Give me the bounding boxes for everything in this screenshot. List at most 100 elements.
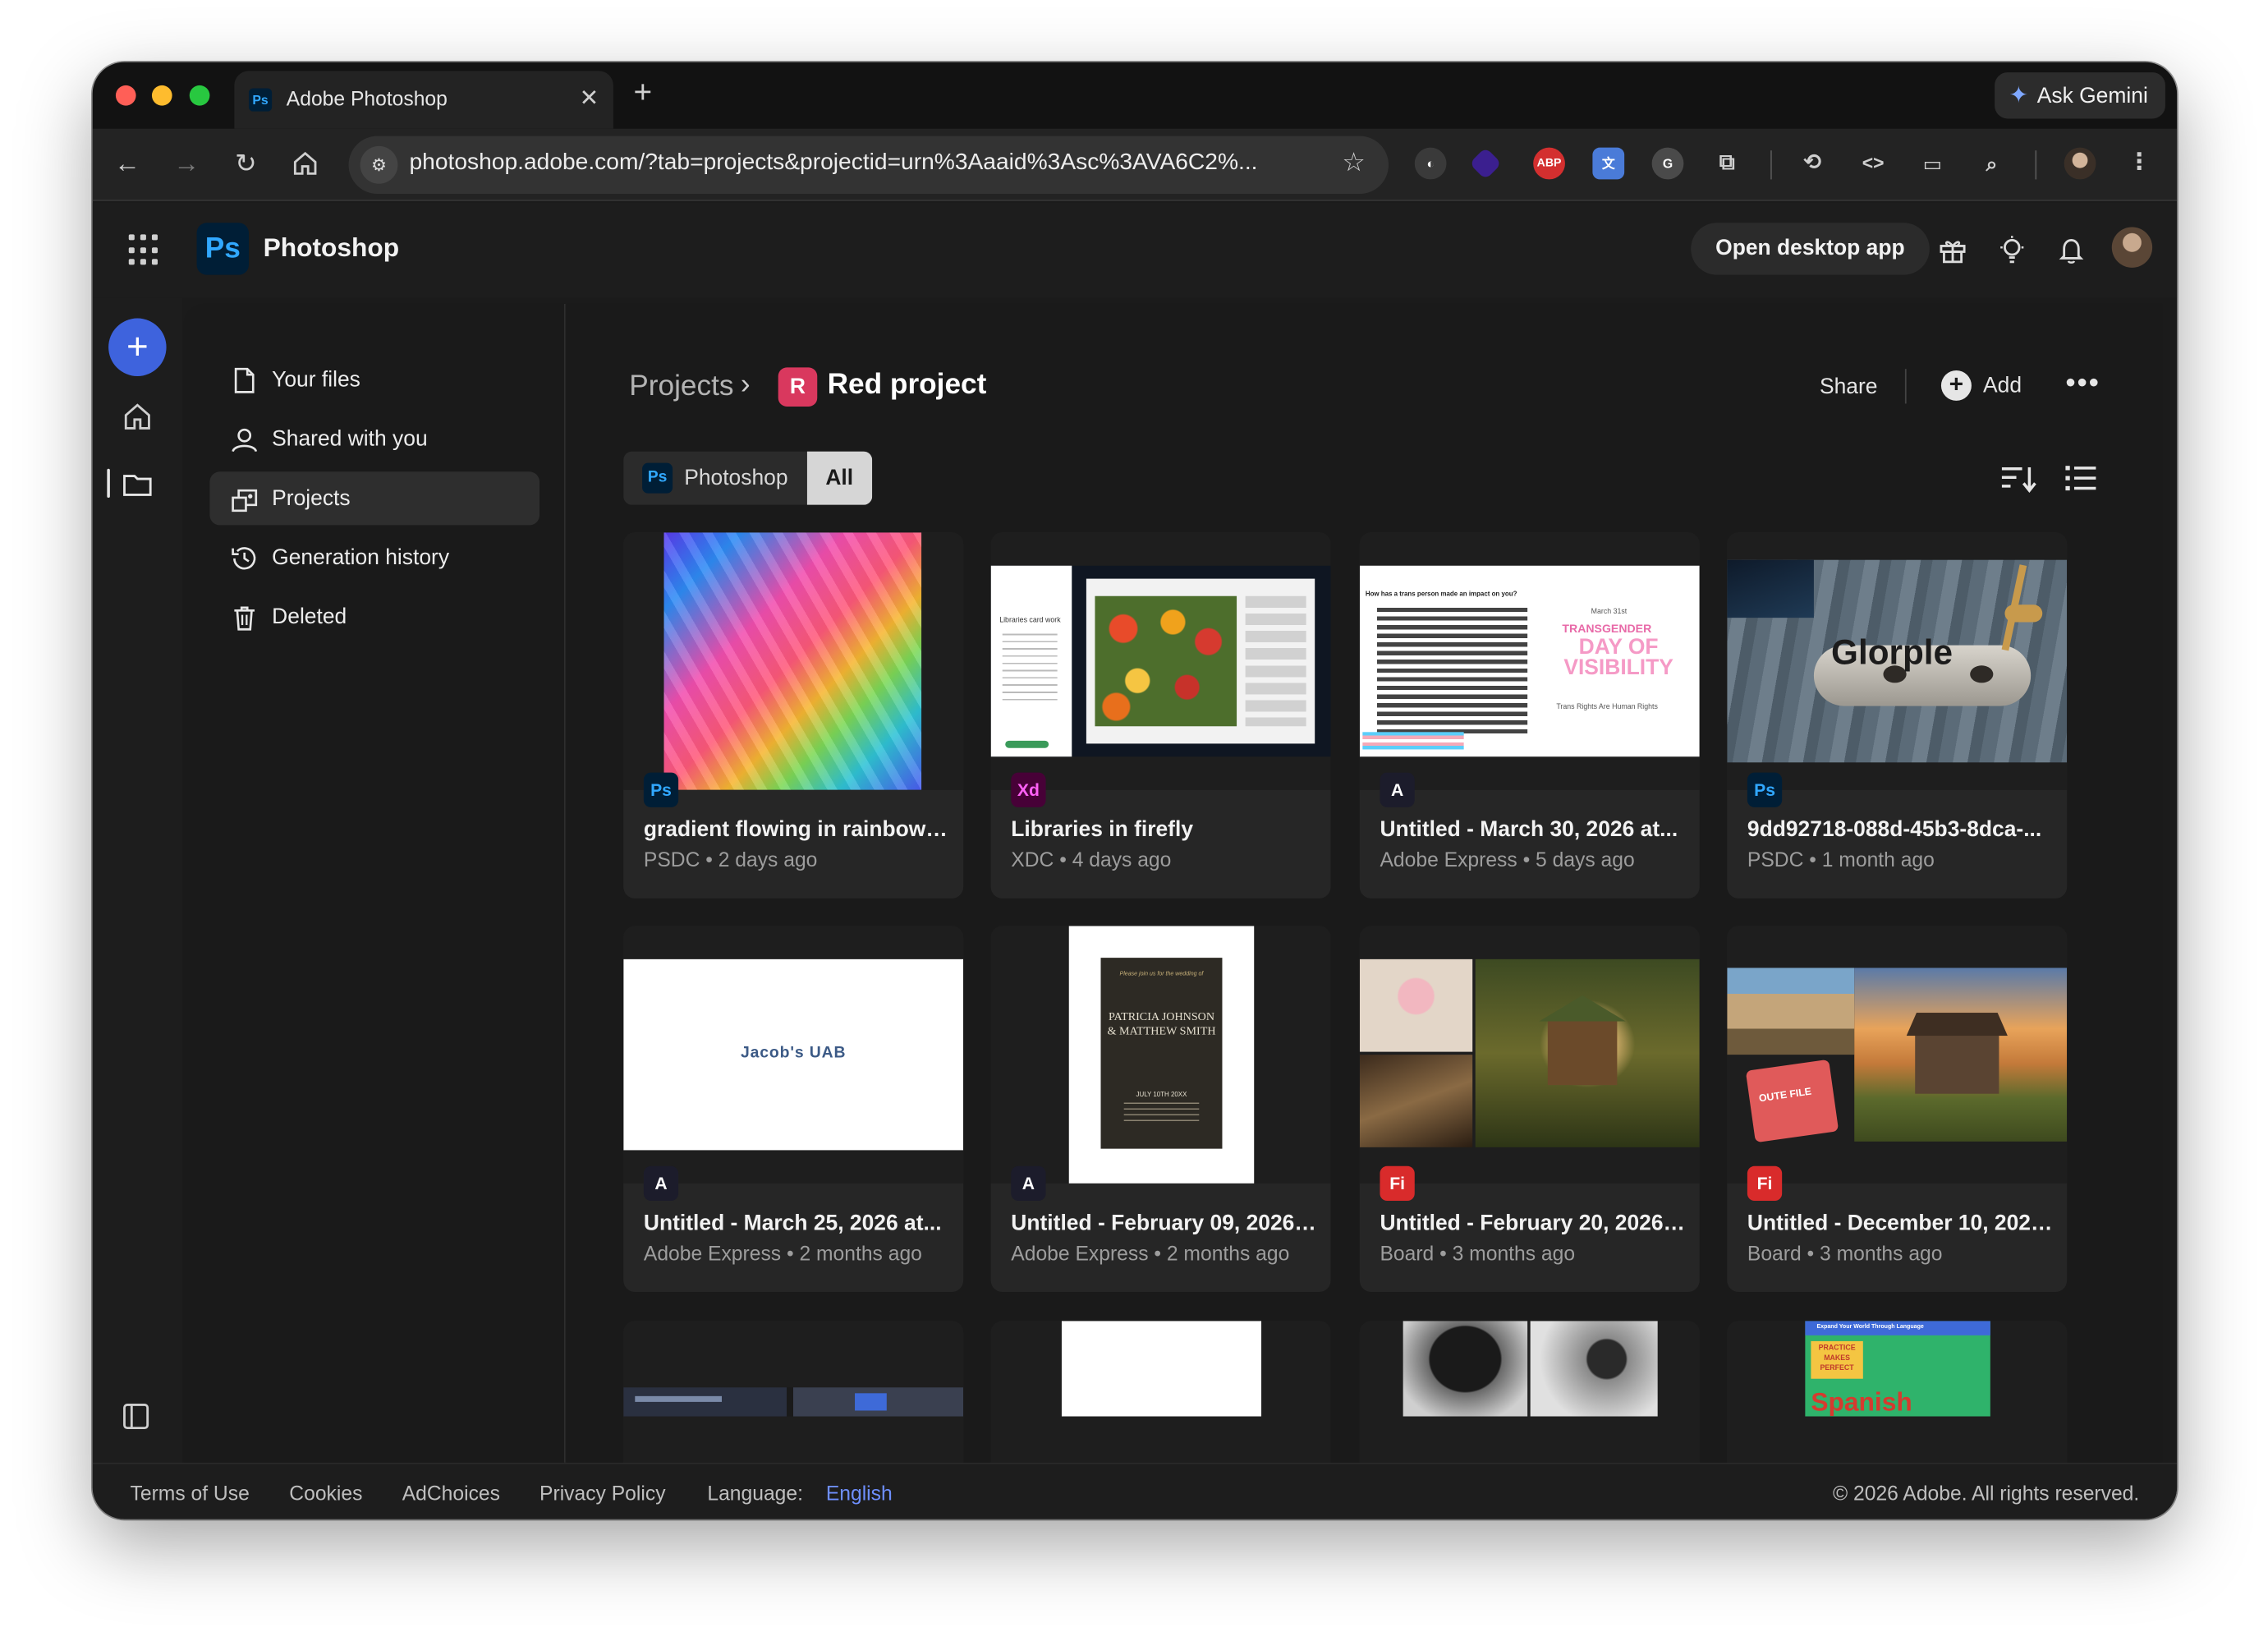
file-card[interactable]: OUTE FILE Fi Untitled - December 10, 202… bbox=[1727, 926, 2068, 1293]
back-button[interactable]: ← bbox=[108, 145, 146, 182]
sidebar-item-your-files[interactable]: Your files bbox=[209, 353, 539, 407]
file-thumbnail bbox=[623, 532, 964, 790]
sort-icon[interactable] bbox=[1999, 463, 2036, 495]
history-icon[interactable]: ⟲ bbox=[1797, 148, 1829, 180]
tab-strip: Ps Adobe Photoshop ✕ + ✦ Ask Gemini bbox=[92, 62, 2178, 129]
cookies-link[interactable]: Cookies bbox=[289, 1482, 362, 1505]
create-new-button[interactable]: + bbox=[108, 318, 167, 376]
close-window-button[interactable] bbox=[115, 85, 136, 106]
site-info-icon[interactable]: ⚙ bbox=[360, 145, 398, 184]
file-card-partial[interactable] bbox=[1359, 1321, 1700, 1463]
breadcrumb-projects-link[interactable]: Projects bbox=[629, 370, 733, 404]
active-indicator bbox=[107, 468, 110, 498]
forward-button[interactable]: → bbox=[168, 145, 205, 182]
file-name: Untitled - March 30, 2026 at... bbox=[1380, 817, 1678, 843]
file-card[interactable]: How has a trans person made an impact on… bbox=[1359, 532, 1700, 899]
files-folder-icon[interactable] bbox=[122, 469, 154, 501]
filter-photoshop[interactable]: Ps Photoshop bbox=[623, 451, 807, 505]
file-card-partial[interactable] bbox=[623, 1321, 964, 1463]
add-label: Add bbox=[1983, 373, 2022, 398]
extensions-puzzle-icon[interactable]: ⧉ bbox=[1711, 148, 1743, 180]
projects-icon bbox=[232, 488, 258, 512]
file-card-partial[interactable] bbox=[990, 1321, 1331, 1463]
reload-button[interactable]: ↻ bbox=[227, 145, 265, 182]
cast-device-icon[interactable]: ▭ bbox=[1917, 148, 1949, 180]
lastpass-icon[interactable]: ◐ bbox=[1414, 147, 1447, 180]
translate-icon[interactable]: 文 bbox=[1592, 147, 1625, 180]
file-card-partial[interactable]: Expand Your World Through Language PRACT… bbox=[1727, 1321, 2068, 1463]
filter-all[interactable]: All bbox=[806, 451, 873, 505]
user-avatar[interactable] bbox=[2111, 227, 2153, 268]
file-name: Untitled - February 09, 2026 at... bbox=[1011, 1211, 1318, 1236]
browser-tab[interactable]: Ps Adobe Photoshop ✕ bbox=[234, 71, 613, 129]
people-icon bbox=[232, 427, 258, 452]
bookmark-star-icon[interactable]: ☆ bbox=[1342, 148, 1365, 178]
sidebar-item-deleted[interactable]: Deleted bbox=[209, 591, 539, 644]
list-view-icon[interactable] bbox=[2064, 463, 2099, 495]
tab-search-icon[interactable]: ⌕ bbox=[1976, 148, 2008, 180]
adchoices-link[interactable]: AdChoices bbox=[402, 1482, 500, 1505]
file-thumbnail: Expand Your World Through Language PRACT… bbox=[1727, 1321, 2068, 1463]
toolbar-divider-2 bbox=[2035, 150, 2037, 180]
tdov-title1: TRANSGENDER bbox=[1562, 622, 1652, 636]
ask-gemini-button[interactable]: ✦ Ask Gemini bbox=[1994, 72, 2165, 119]
file-name: Untitled - February 20, 2026 at... bbox=[1380, 1211, 1687, 1236]
close-tab-icon[interactable]: ✕ bbox=[580, 84, 599, 113]
file-meta: Board • 3 months ago bbox=[1747, 1241, 1943, 1265]
adblock-plus-icon[interactable]: ABP bbox=[1533, 147, 1565, 180]
file-card[interactable]: Please join us for the wedding of PATRIC… bbox=[990, 926, 1331, 1293]
open-desktop-app-button[interactable]: Open desktop app bbox=[1691, 223, 1930, 275]
file-card[interactable]: Ps gradient flowing in rainbow co... PSD… bbox=[623, 532, 964, 899]
purple-diamond-icon[interactable] bbox=[1469, 147, 1502, 180]
jacob-text: Jacob's UAB bbox=[740, 1044, 847, 1062]
file-card[interactable]: Fi Untitled - February 20, 2026 at... Bo… bbox=[1359, 926, 1700, 1293]
sidebar-item-label: Shared with you bbox=[272, 426, 428, 452]
file-thumbnail bbox=[623, 1321, 964, 1463]
gift-icon[interactable] bbox=[1934, 232, 1972, 269]
bell-icon[interactable] bbox=[2053, 232, 2091, 269]
privacy-policy-link[interactable]: Privacy Policy bbox=[539, 1482, 665, 1505]
language-selector[interactable]: English bbox=[826, 1482, 893, 1505]
tdov-title2: DAY OF VISIBILITY bbox=[1563, 635, 1673, 680]
home-button[interactable] bbox=[287, 145, 324, 182]
toolbar-divider bbox=[1770, 150, 1772, 180]
more-options-button[interactable]: ••• bbox=[2065, 367, 2100, 401]
terms-of-use-link[interactable]: Terms of Use bbox=[131, 1482, 250, 1505]
firefly-left-text: Libraries card work bbox=[999, 616, 1061, 625]
app-switcher-icon[interactable] bbox=[128, 234, 161, 266]
share-button[interactable]: Share bbox=[1820, 375, 1878, 399]
devtools-code-icon[interactable]: <> bbox=[1857, 148, 1889, 180]
browser-toolbar: ← → ↻ ⚙ photoshop.adobe.com/?tab=project… bbox=[92, 128, 2178, 201]
grammarly-icon[interactable]: G bbox=[1651, 147, 1684, 180]
file-card[interactable]: Jacob's UAB A Untitled - March 25, 2026 … bbox=[623, 926, 964, 1293]
sidebar-item-shared-with-you[interactable]: Shared with you bbox=[209, 412, 539, 466]
maximize-window-button[interactable] bbox=[189, 85, 210, 106]
file-thumbnail bbox=[1359, 1321, 1700, 1463]
home-rail-icon[interactable] bbox=[122, 401, 154, 433]
minimize-window-button[interactable] bbox=[151, 85, 172, 106]
files-sidebar: Your files Shared with you Projects Gene… bbox=[183, 303, 566, 1463]
add-button[interactable]: + Add bbox=[1940, 370, 2022, 401]
toggle-panel-icon[interactable] bbox=[122, 1402, 154, 1434]
file-card[interactable]: Glorple Ps 9dd92718-088d-45b3-8dca-... P… bbox=[1727, 532, 2068, 899]
profile-avatar[interactable] bbox=[2064, 147, 2096, 180]
glorple-text: Glorple bbox=[1831, 633, 1954, 673]
app-header: Ps Photoshop Open desktop app bbox=[92, 202, 2178, 298]
address-bar[interactable]: ⚙ photoshop.adobe.com/?tab=projects&proj… bbox=[348, 136, 1389, 195]
file-name: Untitled - December 10, 2025 ... bbox=[1747, 1211, 2055, 1236]
sidebar-item-generation-history[interactable]: Generation history bbox=[209, 531, 539, 584]
browser-menu-icon[interactable]: ⋮ bbox=[2123, 148, 2156, 180]
project-color-badge: R bbox=[778, 367, 818, 407]
file-card[interactable]: Libraries card work Xd Libraries in fire… bbox=[990, 532, 1331, 899]
file-thumbnail bbox=[1359, 926, 1700, 1184]
wedding-top-text: Please join us for the wedding of bbox=[1119, 969, 1204, 977]
photoshop-app-badge: Ps bbox=[1747, 772, 1783, 807]
home-icon bbox=[293, 151, 317, 175]
lightbulb-icon[interactable] bbox=[1993, 232, 2031, 269]
file-icon bbox=[234, 366, 255, 393]
footer: Terms of Use Cookies AdChoices Privacy P… bbox=[92, 1462, 2178, 1519]
url-text[interactable]: photoshop.adobe.com/?tab=projects&projec… bbox=[410, 150, 1258, 177]
sidebar-item-projects[interactable]: Projects bbox=[209, 471, 540, 526]
history-icon bbox=[232, 546, 256, 569]
new-tab-button[interactable]: + bbox=[634, 76, 653, 108]
